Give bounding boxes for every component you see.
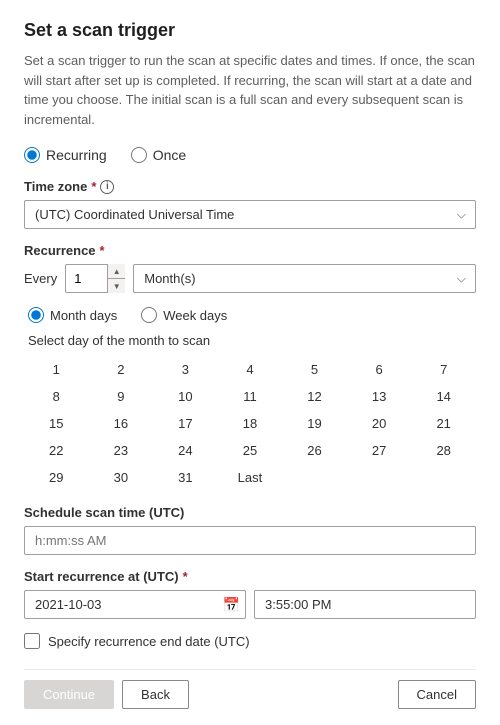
calendar-day bbox=[347, 464, 412, 491]
time-wrapper bbox=[254, 590, 476, 619]
start-recurrence-required: * bbox=[183, 569, 188, 584]
timezone-required: * bbox=[91, 179, 96, 194]
date-input[interactable] bbox=[24, 590, 246, 619]
recurrence-required: * bbox=[100, 243, 105, 258]
page-title: Set a scan trigger bbox=[24, 20, 476, 41]
once-option[interactable]: Once bbox=[131, 147, 186, 163]
back-button[interactable]: Back bbox=[122, 680, 189, 709]
date-time-row: 📅 bbox=[24, 590, 476, 619]
time-input[interactable] bbox=[254, 590, 476, 619]
day-type-group: Month days Week days bbox=[24, 307, 476, 323]
calendar-day[interactable]: 30 bbox=[89, 464, 154, 491]
calendar-day[interactable]: 3 bbox=[153, 356, 218, 383]
schedule-time-field: Schedule scan time (UTC) bbox=[24, 505, 476, 555]
calendar-day[interactable]: 1 bbox=[24, 356, 89, 383]
trigger-type-group: Recurring Once bbox=[24, 147, 476, 163]
calendar-day[interactable]: 9 bbox=[89, 383, 154, 410]
recurring-option[interactable]: Recurring bbox=[24, 147, 107, 163]
timezone-field: Time zone * i (UTC) Coordinated Universa… bbox=[24, 179, 476, 229]
calendar-icon-button[interactable]: 📅 bbox=[223, 596, 240, 613]
calendar-grid: 1234567891011121314151617181920212223242… bbox=[24, 356, 476, 491]
calendar-label: Select day of the month to scan bbox=[24, 333, 476, 348]
calendar-day[interactable]: 16 bbox=[89, 410, 154, 437]
calendar-day[interactable]: 18 bbox=[218, 410, 283, 437]
calendar-day[interactable]: 25 bbox=[218, 437, 283, 464]
end-date-checkbox[interactable] bbox=[24, 633, 40, 649]
period-select-wrapper: Month(s) Week(s) Day(s) ⌵ bbox=[133, 264, 476, 293]
calendar-day[interactable]: 11 bbox=[218, 383, 283, 410]
timezone-label: Time zone * i bbox=[24, 179, 476, 194]
calendar-day[interactable]: 14 bbox=[411, 383, 476, 410]
schedule-time-input[interactable] bbox=[24, 526, 476, 555]
month-days-radio[interactable] bbox=[28, 307, 44, 323]
schedule-time-label: Schedule scan time (UTC) bbox=[24, 505, 476, 520]
week-days-option[interactable]: Week days bbox=[141, 307, 227, 323]
calendar-day[interactable]: 15 bbox=[24, 410, 89, 437]
spin-buttons: ▲ ▼ bbox=[107, 264, 125, 293]
calendar-day[interactable]: 31 bbox=[153, 464, 218, 491]
once-radio[interactable] bbox=[131, 147, 147, 163]
footer-left: Continue Back bbox=[24, 680, 189, 709]
calendar-day[interactable]: 17 bbox=[153, 410, 218, 437]
once-label[interactable]: Once bbox=[153, 147, 186, 163]
month-days-option[interactable]: Month days bbox=[28, 307, 117, 323]
calendar-day[interactable]: 6 bbox=[347, 356, 412, 383]
recurring-radio[interactable] bbox=[24, 147, 40, 163]
calendar-day[interactable]: 22 bbox=[24, 437, 89, 464]
continue-button[interactable]: Continue bbox=[24, 680, 114, 709]
calendar-day[interactable]: 2 bbox=[89, 356, 154, 383]
calendar-day[interactable]: 26 bbox=[282, 437, 347, 464]
calendar-day[interactable]: 21 bbox=[411, 410, 476, 437]
cancel-button[interactable]: Cancel bbox=[398, 680, 476, 709]
calendar-day[interactable]: Last bbox=[218, 464, 283, 491]
recurrence-field: Recurrence * Every ▲ ▼ Month(s) Week(s) … bbox=[24, 243, 476, 293]
calendar-day[interactable]: 28 bbox=[411, 437, 476, 464]
period-select[interactable]: Month(s) Week(s) Day(s) bbox=[133, 264, 476, 293]
timezone-select[interactable]: (UTC) Coordinated Universal Time (UTC-05… bbox=[24, 200, 476, 229]
calendar-day[interactable]: 10 bbox=[153, 383, 218, 410]
footer-bar: Continue Back Cancel bbox=[24, 669, 476, 709]
calendar-day[interactable]: 13 bbox=[347, 383, 412, 410]
calendar-day[interactable]: 5 bbox=[282, 356, 347, 383]
spin-up-button[interactable]: ▲ bbox=[108, 264, 125, 279]
week-days-radio[interactable] bbox=[141, 307, 157, 323]
recurrence-row: Every ▲ ▼ Month(s) Week(s) Day(s) ⌵ bbox=[24, 264, 476, 293]
calendar-day[interactable]: 8 bbox=[24, 383, 89, 410]
page-description: Set a scan trigger to run the scan at sp… bbox=[24, 51, 476, 129]
every-label: Every bbox=[24, 271, 57, 286]
calendar-day[interactable]: 23 bbox=[89, 437, 154, 464]
timezone-select-wrapper: (UTC) Coordinated Universal Time (UTC-05… bbox=[24, 200, 476, 229]
calendar-day bbox=[411, 464, 476, 491]
date-wrapper: 📅 bbox=[24, 590, 246, 619]
calendar-day[interactable]: 27 bbox=[347, 437, 412, 464]
start-recurrence-label: Start recurrence at (UTC) * bbox=[24, 569, 476, 584]
calendar-day[interactable]: 20 bbox=[347, 410, 412, 437]
week-days-label[interactable]: Week days bbox=[163, 308, 227, 323]
calendar-day[interactable]: 12 bbox=[282, 383, 347, 410]
recurrence-number-wrapper: ▲ ▼ bbox=[65, 264, 125, 293]
timezone-info-icon[interactable]: i bbox=[100, 180, 114, 194]
calendar-day bbox=[282, 464, 347, 491]
end-date-row: Specify recurrence end date (UTC) bbox=[24, 633, 476, 649]
calendar-day[interactable]: 4 bbox=[218, 356, 283, 383]
spin-down-button[interactable]: ▼ bbox=[108, 279, 125, 293]
recurrence-label: Recurrence * bbox=[24, 243, 476, 258]
calendar-day[interactable]: 19 bbox=[282, 410, 347, 437]
recurring-label[interactable]: Recurring bbox=[46, 147, 107, 163]
calendar-day[interactable]: 7 bbox=[411, 356, 476, 383]
end-date-label[interactable]: Specify recurrence end date (UTC) bbox=[48, 634, 250, 649]
month-days-label[interactable]: Month days bbox=[50, 308, 117, 323]
calendar-day[interactable]: 29 bbox=[24, 464, 89, 491]
calendar-day[interactable]: 24 bbox=[153, 437, 218, 464]
start-recurrence-field: Start recurrence at (UTC) * 📅 bbox=[24, 569, 476, 619]
